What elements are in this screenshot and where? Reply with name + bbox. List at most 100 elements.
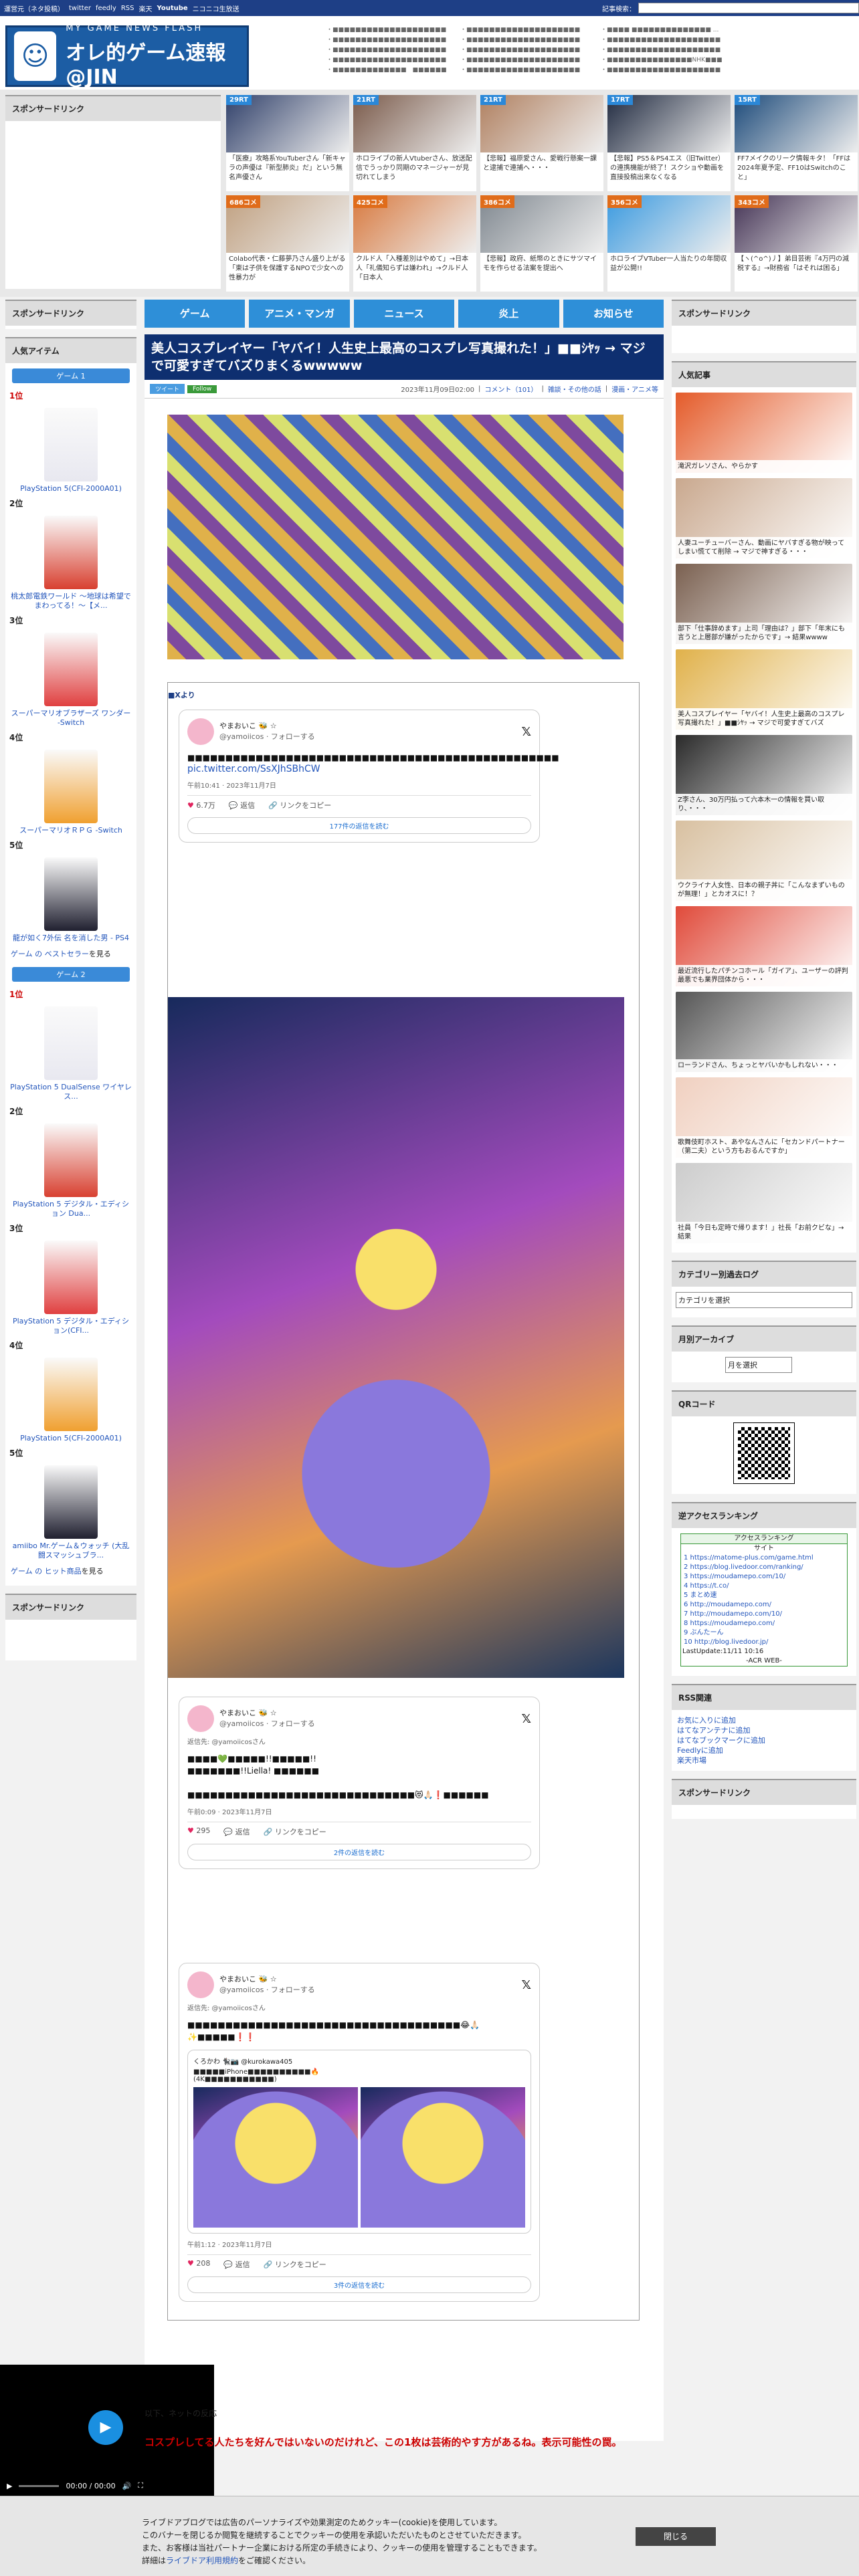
tweet-author[interactable]: やまおいこ 🐝 ☆ — [219, 1708, 315, 1719]
ranking-item[interactable]: 4位 PlayStation 5(CFI-2000A01) — [5, 1338, 136, 1446]
ranking-tile[interactable]: 21RT ホロライブの新人Vtuberさん、放送配信でうっかり同期のマネージャー… — [353, 95, 476, 191]
popular-article[interactable]: 社員「今日も定時で帰ります！」社長「お前クビな」→結果 — [676, 1163, 852, 1243]
product-title[interactable]: PlayStation 5(CFI-2000A01) — [9, 484, 132, 494]
avatar[interactable] — [187, 1971, 214, 1998]
tweet-time[interactable]: 午前10:41 · 2023年11月7日 — [187, 780, 531, 790]
product-title[interactable]: 龍が如く7外伝 名を消した男 - PS4 — [9, 934, 132, 943]
header-link[interactable]: ・■■■■■■■■■■■■■■■■■■■■ — [460, 56, 580, 66]
nav-link-youtube[interactable]: Youtube — [157, 5, 188, 12]
acr-row[interactable]: 7 http://moudamepo.com/10/ — [682, 1610, 846, 1619]
ranking-tile[interactable]: 15RT FF7メイクのリーク情報キタ！「FFは2024年夏予定、FF10はSw… — [735, 95, 858, 191]
nav-link-submit[interactable]: 運営元（ネタ投稿） — [4, 3, 64, 13]
popular-article[interactable]: 歌舞伎町ホスト、あやなんさんに「セカンドパートナー（第二夫）という方もおるんです… — [676, 1077, 852, 1158]
play-icon[interactable]: ▶ — [88, 2410, 123, 2445]
cookie-close-button[interactable]: 閉じる — [636, 2527, 716, 2546]
acr-row[interactable]: 8 https://moudamepo.com/ — [682, 1619, 846, 1628]
like-count[interactable]: ♥ 295 — [187, 1826, 210, 1837]
header-link[interactable]: ・■■■■■■■■■■■■■ ■■■■■■ — [326, 66, 447, 76]
header-link[interactable]: ・■■■■■■■■■■■■■■■■■■■■ — [460, 35, 580, 45]
x-logo-icon[interactable]: 𝕏 — [521, 1978, 531, 1992]
product-title[interactable]: スーパーマリオＲＰＧ -Switch — [9, 826, 132, 835]
category-select[interactable]: カテゴリを選択 — [676, 1292, 852, 1308]
like-count[interactable]: ♥ 6.7万 — [187, 800, 215, 811]
reply-button[interactable]: 💬 返信 — [223, 1826, 250, 1837]
ranking-item[interactable]: 5位 龍が如く7外伝 名を消した男 - PS4 — [5, 838, 136, 946]
ranking-item[interactable]: 4位 スーパーマリオＲＰＧ -Switch — [5, 730, 136, 838]
search-input[interactable] — [638, 3, 859, 13]
x-logo-icon[interactable]: 𝕏 — [521, 725, 531, 739]
product-image[interactable] — [44, 1123, 98, 1197]
product-image[interactable] — [44, 1006, 98, 1080]
like-count[interactable]: ♥ 208 — [187, 2259, 210, 2270]
header-link[interactable]: ・■■■■■■■■■■■■■■■■■■■■ — [326, 45, 447, 56]
comment-count-link[interactable]: コメント（101） — [484, 384, 537, 394]
product-image[interactable] — [44, 516, 98, 589]
header-link[interactable]: ・■■■■ ■■■■■■■■■■■■■■ ... — [601, 25, 722, 35]
header-link[interactable]: ・■■■■■■■■■■■■■■■■■■■■ — [601, 35, 722, 45]
popular-article[interactable]: ローランドさん、ちょっとヤバいかもしれない・・・ — [676, 992, 852, 1072]
acr-row[interactable]: 2 https://blog.livedoor.com/ranking/ — [682, 1563, 846, 1572]
ranking-tile[interactable]: 21RT 【悲報】福原愛さん、愛戦行懸案一課と逮捕で連捕へ・・・ — [480, 95, 603, 191]
product-image[interactable] — [44, 750, 98, 823]
terms-link[interactable]: ライブドア利用規約 — [166, 2556, 238, 2565]
acr-row[interactable]: 3 https://moudamepo.com/10/ — [682, 1572, 846, 1582]
nav-link-rakuten[interactable]: 楽天 — [139, 3, 153, 13]
tweet-author[interactable]: やまおいこ 🐝 ☆ — [219, 721, 315, 732]
copy-link-button[interactable]: 🔗 リンクをコピー — [264, 1826, 326, 1837]
rss-link-rakuten[interactable]: 楽天市場 — [677, 1755, 851, 1765]
rss-link-feedly[interactable]: Feedlyに追加 — [677, 1745, 851, 1755]
best-seller-link[interactable]: ゲーム の ベストセラー — [11, 950, 89, 958]
fullscreen-icon[interactable]: ⛶ — [138, 2481, 143, 2490]
nav-link-twitter[interactable]: twitter — [69, 5, 91, 12]
read-replies-button[interactable]: 2件の返信を読む — [187, 1844, 531, 1860]
tweet-handle[interactable]: @yamoiicos · フォローする — [219, 1985, 315, 1996]
x-logo-icon[interactable]: 𝕏 — [521, 1712, 531, 1726]
popular-article[interactable]: 滝沢ガレソさん、やらかす — [676, 393, 852, 473]
site-logo[interactable]: ☺ MY GAME NEWS FLASH オレ的ゲーム速報@JIN — [5, 23, 249, 89]
copy-link-button[interactable]: 🔗 リンクをコピー — [268, 800, 331, 811]
acr-row[interactable]: 1 https://matome-plus.com/game.html — [682, 1553, 846, 1563]
header-link[interactable]: ・■■■■■■■■■■■■■■■■■■■■ — [460, 66, 580, 76]
tab-game-1[interactable]: ゲーム 1 — [12, 368, 130, 383]
reply-button[interactable]: 💬 返信 — [223, 2259, 250, 2270]
product-title[interactable]: PlayStation 5 デジタル・エディション(CFI... — [9, 1317, 132, 1335]
tab-news[interactable]: ニュース — [353, 300, 455, 328]
play-button[interactable]: ▶ — [7, 2482, 12, 2490]
product-image[interactable] — [44, 1465, 98, 1539]
ranking-item[interactable]: 5位 amiibo Mr.ゲーム＆ウォッチ (大乱闘スマッシュブラ... — [5, 1446, 136, 1563]
product-title[interactable]: amiibo Mr.ゲーム＆ウォッチ (大乱闘スマッシュブラ... — [9, 1541, 132, 1560]
product-image[interactable] — [44, 633, 98, 706]
product-image[interactable] — [44, 1241, 98, 1314]
popular-article[interactable]: 美人コスプレイヤー「ヤバイ！人生史上最高のコスプレ写真撮れた！」■■ｼﾔｯ → … — [676, 649, 852, 730]
acr-row[interactable]: 6 http://moudamepo.com/ — [682, 1600, 846, 1610]
rss-link-hatena-bookmark[interactable]: はてなブックマークに追加 — [677, 1735, 851, 1745]
tab-notice[interactable]: お知らせ — [563, 300, 664, 328]
rss-link-hatena-antenna[interactable]: はてなアンテナに追加 — [677, 1725, 851, 1735]
ranking-item[interactable]: 2位 桃太郎電鉄ワールド ～地球は希望でまわってる！～【メ... — [5, 496, 136, 613]
volume-icon[interactable]: 🔊 — [122, 2482, 132, 2490]
ranking-item[interactable]: 1位 PlayStation 5(CFI-2000A01) — [5, 389, 136, 496]
follow-button[interactable]: Follow — [187, 385, 217, 393]
product-image[interactable] — [44, 857, 98, 931]
ranking-item[interactable]: 2位 PlayStation 5 デジタル・エディション Dua... — [5, 1104, 136, 1221]
tweet-time[interactable]: 午前0:09 · 2023年11月7日 — [187, 1806, 531, 1816]
product-title[interactable]: PlayStation 5 デジタル・エディション Dua... — [9, 1200, 132, 1218]
product-title[interactable]: スーパーマリオブラザーズ ワンダー -Switch — [9, 709, 132, 728]
tweet-button[interactable]: ツイート — [150, 384, 185, 394]
month-select[interactable]: 月を選択 — [725, 1357, 792, 1373]
acr-row[interactable]: 9 ぶんたーん — [682, 1628, 846, 1638]
tweet-handle[interactable]: @yamoiicos · フォローする — [219, 1719, 315, 1729]
product-title[interactable]: 桃太郎電鉄ワールド ～地球は希望でまわってる！～【メ... — [9, 592, 132, 611]
header-link[interactable]: ・■■■■■■■■■■■■■■■■■■■■ — [460, 25, 580, 35]
ranking-tile[interactable]: 343コメ 【ヽ(^o^)丿】弟目芸術『4万円の減税する』→財務省「はそれは困る… — [735, 195, 858, 292]
tab-anime-manga[interactable]: アニメ・マンガ — [249, 300, 350, 328]
nav-link-niconico[interactable]: ニコニコ生放送 — [193, 3, 240, 13]
ranking-tile[interactable]: 686コメ Colabo代表・仁藤夢乃さん盛り上がる「東は子供を保護するNPOで… — [226, 195, 349, 292]
ranking-item[interactable]: 3位 PlayStation 5 デジタル・エディション(CFI... — [5, 1221, 136, 1338]
popular-article[interactable]: 部下「仕事辞めます」上司「理由は？」部下「年末にも言うと上層部が嫌がったからです… — [676, 564, 852, 644]
popular-article[interactable]: ウクライナ人女性、日本の親子丼に「こんなまずいものが無理！」とカオスに！？ — [676, 821, 852, 901]
category-link[interactable]: 雑談・その他の話 — [548, 384, 601, 394]
header-link[interactable]: ・■■■■■■■■■■■■■■■■■■■■ — [326, 56, 447, 66]
acr-row[interactable]: 10 http://blog.livedoor.jp/ — [682, 1638, 846, 1647]
header-link[interactable]: ・■■■■■■■■■■■■■■■■■■■■ — [326, 35, 447, 45]
